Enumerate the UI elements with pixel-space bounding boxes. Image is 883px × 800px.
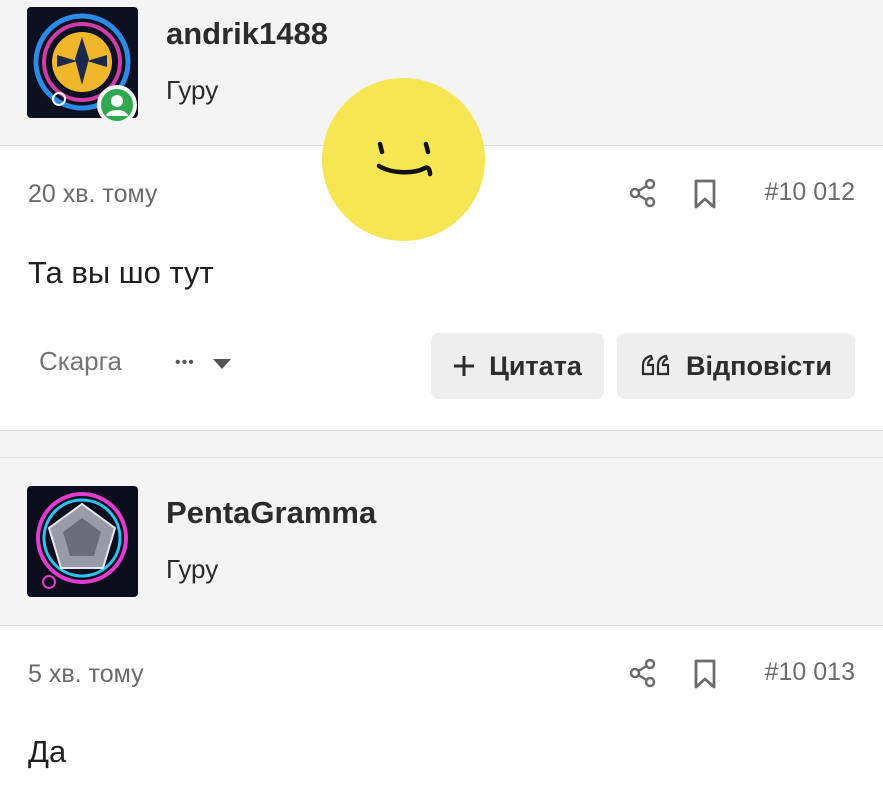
bookmark-icon[interactable] [692,178,718,210]
plus-icon [454,356,475,376]
post-time[interactable]: 5 хв. тому [28,660,144,689]
share-icon[interactable] [628,178,658,208]
smiley-sticker [322,78,485,241]
share-icon[interactable] [628,658,658,688]
caret-down-icon [213,359,231,369]
post-time[interactable]: 20 хв. тому [28,180,157,209]
online-status-badge [97,85,137,125]
post-meta: 5 хв. тому #10 013 [0,644,883,704]
post-content: Та вы шо тут [28,255,214,290]
user-icon [106,95,128,116]
quote-button[interactable]: Цитата [431,333,604,399]
username[interactable]: andrik1488 [166,16,328,52]
post-author-header: PentaGramma Гуру [0,458,883,626]
post-separator [0,430,883,458]
quote-icon [641,354,670,376]
username[interactable]: PentaGramma [166,495,376,531]
smiley-face-icon [376,141,433,177]
more-dots: ••• [175,354,195,371]
post-content: Да [28,734,67,769]
quote-button-label: Цитата [489,350,582,381]
avatar-image [27,486,138,597]
more-actions-menu[interactable]: ••• [175,350,235,378]
bookmark-icon[interactable] [692,658,718,690]
post: PentaGramma Гуру 5 хв. тому #10 013 Да [0,458,883,800]
user-rank: Гуру [166,75,219,105]
reply-button[interactable]: Відповісти [617,333,855,399]
user-rank: Гуру [166,554,219,584]
post-number[interactable]: #10 012 [765,178,855,207]
post-number[interactable]: #10 013 [765,658,855,687]
avatar[interactable] [27,7,138,125]
reply-button-label: Відповісти [686,350,832,381]
avatar[interactable] [27,486,138,597]
report-link[interactable]: Скарга [39,346,122,377]
